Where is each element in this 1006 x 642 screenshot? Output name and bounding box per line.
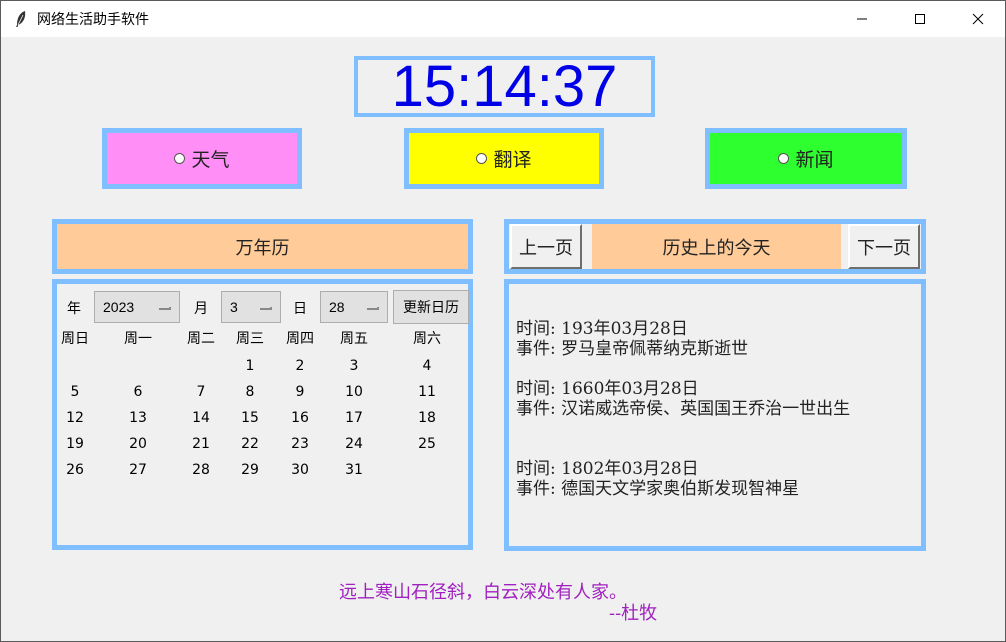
radio-icon[interactable] xyxy=(778,153,790,164)
history-toolbar: 上一页 历史上的今天 下一页 xyxy=(504,219,926,274)
feather-icon xyxy=(11,9,31,29)
maximize-icon xyxy=(914,10,926,29)
month-value: 3 xyxy=(230,299,238,315)
calendar-day: 24 xyxy=(345,436,363,452)
calendar-day: 11 xyxy=(418,384,436,400)
weekday-header: 周五 xyxy=(340,331,368,347)
calendar-day: 17 xyxy=(345,410,363,426)
calendar-day: 19 xyxy=(66,436,84,452)
day-label: 日 xyxy=(293,301,307,317)
poem-verse: 远上寒山石径斜，白云深处有人家。 xyxy=(339,582,627,603)
calendar-day: 10 xyxy=(345,384,363,400)
day-select[interactable]: 28 xyxy=(320,291,388,323)
news-mode-label: 新闻 xyxy=(795,149,834,171)
calendar-day: 5 xyxy=(70,384,80,400)
calendar-panel: 年 2023 月 3 日 28 更新日历 周日 周一 周二 周三 周四 周五 周六 1 2 3 4 5… xyxy=(52,279,473,550)
year-label: 年 xyxy=(67,301,81,317)
maximize-button[interactable] xyxy=(891,1,949,37)
history-panel: 时间: 193年03月28日 事件: 罗马皇帝佩蒂纳克斯逝世 时间: 1660年… xyxy=(504,279,926,551)
year-value: 2023 xyxy=(103,299,135,315)
weekday-header: 周一 xyxy=(124,331,152,347)
weekday-header: 周四 xyxy=(286,331,314,347)
calendar-day: 31 xyxy=(345,462,363,478)
calendar-day: 9 xyxy=(295,384,305,400)
calendar-day: 12 xyxy=(66,410,84,426)
close-button[interactable] xyxy=(949,1,1006,37)
title-bar[interactable]: 网络生活助手软件 xyxy=(1,1,1005,37)
radio-icon[interactable] xyxy=(174,153,186,164)
calendar-day: 26 xyxy=(66,462,84,478)
weekday-header: 周六 xyxy=(413,331,441,347)
calendar-day: 2 xyxy=(295,358,305,374)
close-icon xyxy=(972,10,984,29)
refresh-calendar-button[interactable]: 更新日历 xyxy=(393,290,469,324)
calendar-day: 6 xyxy=(133,384,143,400)
chevron-down-icon xyxy=(260,307,272,310)
calendar-controls: 年 2023 月 3 日 28 更新日历 xyxy=(57,289,469,324)
history-entry-event: 事件: 罗马皇帝佩蒂纳克斯逝世 xyxy=(516,339,749,359)
calendar-day: 23 xyxy=(291,436,309,452)
history-title: 历史上的今天 xyxy=(592,224,841,269)
history-entry-event: 事件: 德国天文学家奥伯斯发现智神星 xyxy=(516,479,800,499)
window-title: 网络生活助手软件 xyxy=(37,12,149,28)
calendar-header: 万年历 xyxy=(52,219,473,274)
calendar-title: 万年历 xyxy=(235,237,290,259)
calendar-day: 20 xyxy=(129,436,147,452)
translate-mode-button[interactable]: 翻译 xyxy=(404,128,604,189)
news-mode-button[interactable]: 新闻 xyxy=(705,128,907,189)
previous-page-button[interactable]: 上一页 xyxy=(510,224,582,269)
year-select[interactable]: 2023 xyxy=(94,291,180,323)
minimize-button[interactable] xyxy=(833,1,891,37)
radio-icon[interactable] xyxy=(476,153,488,164)
calendar-day: 13 xyxy=(129,410,147,426)
calendar-day: 30 xyxy=(291,462,309,478)
weather-mode-button[interactable]: 天气 xyxy=(102,128,302,189)
calendar-day: 4 xyxy=(422,358,432,374)
calendar-day: 3 xyxy=(349,358,359,374)
weather-mode-label: 天气 xyxy=(191,149,230,171)
weekday-header: 周日 xyxy=(61,331,89,347)
digital-clock: 15:14:37 xyxy=(354,56,655,117)
app-window: 网络生活助手软件 15:14:37 天气 翻译 新闻 万年历 年 2023 月 … xyxy=(0,0,1006,642)
calendar-day: 16 xyxy=(291,410,309,426)
next-page-button[interactable]: 下一页 xyxy=(848,224,920,269)
calendar-day: 25 xyxy=(418,436,436,452)
day-value: 28 xyxy=(329,299,345,315)
calendar-day: 18 xyxy=(418,410,436,426)
chevron-down-icon xyxy=(367,307,379,310)
month-label: 月 xyxy=(194,301,208,317)
calendar-day: 27 xyxy=(129,462,147,478)
minimize-icon xyxy=(856,10,868,29)
poem-author: --杜牧 xyxy=(609,603,658,624)
translate-mode-label: 翻译 xyxy=(493,149,532,171)
history-entry-event: 事件: 汉诺威选帝侯、英国国王乔治一世出生 xyxy=(516,399,851,419)
chevron-down-icon xyxy=(159,307,171,310)
month-select[interactable]: 3 xyxy=(221,291,281,323)
